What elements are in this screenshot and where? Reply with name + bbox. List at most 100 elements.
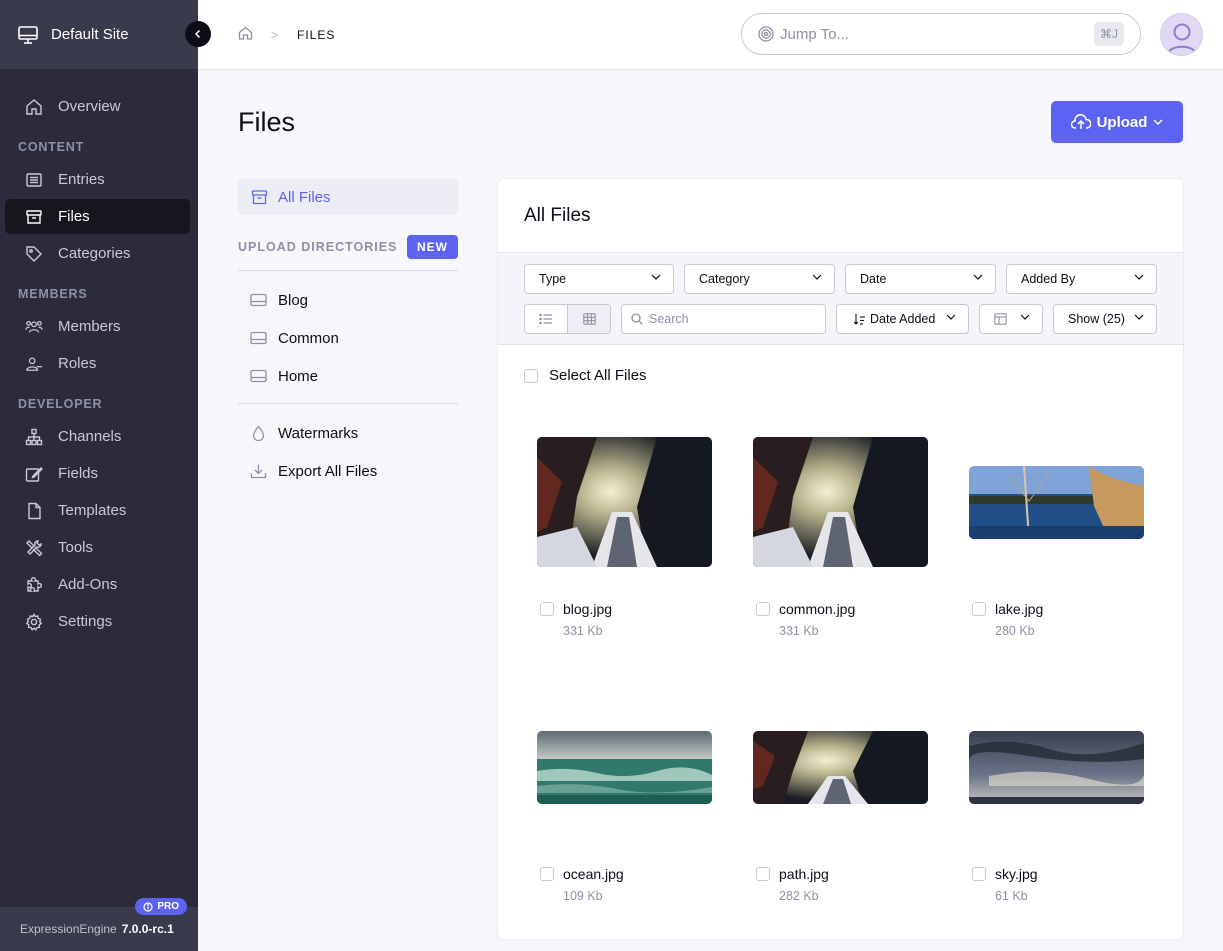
list-view-button[interactable] [525,305,567,333]
file-thumbnail-blog[interactable] [537,437,712,567]
sidebar: Default Site Overview CONTENT Entries Fi… [0,0,211,951]
tools-icon [25,539,43,557]
grid-view-button[interactable] [567,305,610,333]
sidebar-item-fields[interactable]: Fields [5,456,190,491]
export-all-files-link[interactable]: Export All Files [238,452,458,490]
sidebar-item-files[interactable]: Files [5,199,190,234]
sidebar-footer: ExpressionEngine 7.0.0-rc.1 PRO [0,898,198,951]
directory-label: Home [278,367,319,385]
sidebar-item-label: Fields [58,465,99,482]
list-icon [539,313,552,325]
entries-icon [25,171,43,189]
home-breadcrumb-icon[interactable] [238,26,253,43]
forest-path-image [753,731,928,804]
droplet-icon [250,425,267,441]
upload-button[interactable]: Upload [1051,101,1183,143]
edit-field-icon [25,465,43,483]
breadcrumb-current: FILES [297,27,336,42]
chevron-down-icon [973,274,983,280]
show-count-label: Show (25) [1068,312,1125,326]
file-checkbox[interactable] [756,602,770,616]
file-thumbnail-lake[interactable] [969,466,1144,539]
sidebar-item-label: Tools [58,539,94,556]
sidebar-item-overview[interactable]: Overview [5,89,190,124]
pro-badge[interactable]: PRO [135,898,187,915]
file-name[interactable]: path.jpg [779,866,829,882]
file-size: 331 Kb [563,624,603,638]
file-checkbox[interactable] [540,867,554,881]
file-checkbox[interactable] [756,867,770,881]
avatar[interactable] [1160,13,1203,56]
sidebar-item-addons[interactable]: Add-Ons [5,567,190,602]
file-name[interactable]: lake.jpg [995,601,1043,617]
file-name[interactable]: common.jpg [779,601,855,617]
file-search[interactable] [621,304,826,334]
directory-item-common[interactable]: Common [238,319,458,357]
file-item-sky: sky.jpg 61 Kb [972,866,1038,903]
all-files-link[interactable]: All Files [238,179,458,215]
drive-icon [250,331,267,345]
tag-icon [25,245,43,263]
file-name[interactable]: ocean.jpg [563,866,624,882]
files-card-title: All Files [498,179,1183,253]
file-name[interactable]: sky.jpg [995,866,1038,882]
monitor-icon [18,25,38,44]
export-all-label: Export All Files [278,462,378,480]
chevron-down-icon [946,314,956,320]
file-thumbnail-sky[interactable] [969,731,1144,804]
type-filter[interactable]: Type [524,264,674,294]
archive-icon [251,189,268,205]
search-icon [631,313,643,325]
new-directory-button[interactable]: NEW [407,235,458,259]
jump-to-bar[interactable]: ⌘J [741,13,1141,55]
file-size: 331 Kb [779,624,819,638]
select-all-files[interactable]: Select All Files [524,367,647,384]
columns-dropdown[interactable] [979,304,1043,334]
sidebar-item-members[interactable]: Members [5,309,190,344]
file-icon [25,502,43,520]
directory-item-blog[interactable]: Blog [238,281,458,319]
sidebar-item-entries[interactable]: Entries [5,162,190,197]
lake-image [969,466,1144,539]
directory-item-home[interactable]: Home [238,357,458,395]
file-thumbnail-common[interactable] [753,437,928,567]
sidebar-item-label: Members [58,318,121,335]
sidebar-item-settings[interactable]: Settings [5,604,190,639]
file-item-path: path.jpg 282 Kb [756,866,829,903]
collapse-sidebar-button[interactable] [185,21,211,47]
file-thumbnail-ocean[interactable] [537,731,712,804]
sidebar-item-roles[interactable]: Roles [5,346,190,381]
select-all-checkbox[interactable] [524,368,538,383]
watermarks-link[interactable]: Watermarks [238,414,458,452]
file-thumbnail-path[interactable] [753,731,928,804]
file-item-common: common.jpg 331 Kb [756,601,855,638]
all-files-label: All Files [278,188,331,206]
directory-panel: All Files UPLOAD DIRECTORIES NEW Blog Co… [238,179,458,490]
file-checkbox[interactable] [972,602,986,616]
site-header[interactable]: Default Site [0,0,211,69]
search-input[interactable] [649,312,809,326]
drive-icon [250,293,267,307]
sidebar-item-categories[interactable]: Categories [5,236,190,271]
sidebar-item-label: Roles [58,355,97,372]
file-checkbox[interactable] [972,867,986,881]
category-filter[interactable]: Category [684,264,835,294]
sidebar-item-tools[interactable]: Tools [5,530,190,565]
file-name[interactable]: blog.jpg [563,601,612,617]
sidebar-item-templates[interactable]: Templates [5,493,190,528]
file-checkbox[interactable] [540,602,554,616]
jump-to-input[interactable] [780,25,1080,43]
date-filter[interactable]: Date [845,264,996,294]
forest-path-image [537,437,712,567]
chevron-down-icon [1020,314,1030,320]
show-count-dropdown[interactable]: Show (25) [1053,304,1157,334]
chevron-left-icon [194,29,201,39]
added-by-filter[interactable]: Added By [1006,264,1157,294]
filter-bar: Type Category Date Added By Search Date … [498,253,1183,345]
sidebar-item-channels[interactable]: Channels [5,419,190,454]
users-icon [25,318,43,336]
file-item-lake: lake.jpg 280 Kb [972,601,1043,638]
sort-dropdown[interactable]: Date Added [836,304,969,334]
cloud-upload-icon [1070,114,1091,129]
watermarks-label: Watermarks [278,424,359,442]
